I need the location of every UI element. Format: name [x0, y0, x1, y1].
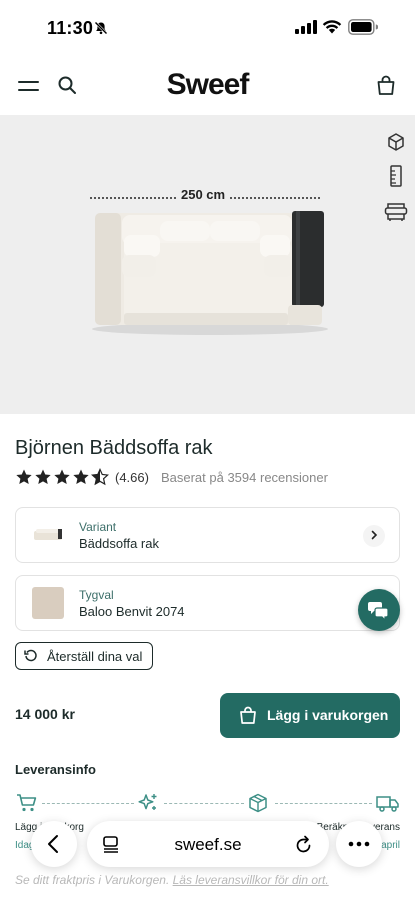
reset-label: Återställ dina val [47, 649, 143, 664]
delivery-terms-link[interactable]: Läs leveransvillkor för din ort. [173, 873, 329, 887]
fabric-value: Baloo Benvit 2074 [79, 604, 185, 619]
variant-value: Bäddsoffa rak [79, 536, 159, 551]
sofa-illustration [92, 211, 328, 335]
rating-value: (4.66) [115, 469, 149, 485]
wifi-icon [322, 19, 342, 39]
delivery-truck-icon [376, 793, 400, 818]
ruler-icon[interactable] [388, 165, 404, 192]
variant-label: Variant [79, 520, 117, 534]
cellular-signal-icon [295, 20, 317, 39]
product-image[interactable]: 250 cm [0, 115, 415, 414]
bell-muted-icon [94, 21, 108, 40]
fabric-selector[interactable]: Tygval Baloo Benvit 2074 [15, 575, 400, 631]
chat-button[interactable] [358, 589, 400, 631]
chevron-right-icon [363, 525, 385, 547]
more-dots-icon [348, 841, 370, 847]
reset-selections-button[interactable]: Återställ dina val [15, 642, 153, 670]
rating-stars [15, 468, 109, 486]
package-icon [247, 793, 269, 818]
star-icon [54, 469, 70, 485]
cube-3d-icon[interactable] [386, 132, 406, 157]
star-icon [16, 469, 32, 485]
star-icon [73, 469, 89, 485]
star-icon [35, 469, 51, 485]
delivery-heading: Leveransinfo [15, 762, 96, 777]
cart-icon [16, 793, 38, 818]
reload-icon[interactable] [295, 834, 313, 859]
timeline-line [42, 803, 134, 804]
browser-more-button[interactable] [336, 821, 382, 867]
width-dimension-label: 250 cm [176, 187, 231, 202]
review-count[interactable]: Baserat på 3594 recensioner [161, 470, 328, 485]
product-price: 14 000 kr [15, 706, 75, 722]
url-text[interactable]: sweef.se [87, 835, 329, 855]
star-half-icon [91, 468, 109, 486]
delivery-footnote: Se ditt fraktpris i Varukorgen. Läs leve… [15, 873, 329, 887]
step-sub: april [381, 840, 400, 851]
add-to-cart-label: Lägg i varukorgen [267, 707, 389, 723]
fabric-swatch [32, 587, 64, 619]
sweef-logo[interactable]: Sweef [0, 68, 415, 102]
timeline-line [275, 803, 372, 804]
status-time: 11:30 [47, 18, 94, 38]
fabric-label: Tygval [79, 588, 114, 602]
battery-icon [348, 19, 379, 40]
shopping-bag-icon[interactable] [375, 74, 397, 101]
rating-row[interactable]: (4.66) Baserat på 3594 recensioner [15, 466, 328, 488]
sparkle-icon [137, 793, 159, 818]
reset-icon [24, 649, 37, 662]
variant-selector[interactable]: Variant Bäddsoffa rak [15, 507, 400, 563]
browser-address-bar[interactable]: sweef.se [87, 821, 329, 867]
product-title: Björnen Bäddsoffa rak [15, 437, 213, 459]
site-header: Sweef [0, 55, 415, 115]
chevron-left-icon [48, 835, 58, 853]
chat-bubbles-icon [368, 602, 389, 621]
browser-back-button[interactable] [31, 821, 77, 867]
shopping-bag-icon [240, 706, 256, 724]
variant-thumbnail [34, 529, 62, 540]
status-bar: 11:30 [0, 0, 415, 55]
timeline-line [164, 803, 244, 804]
add-to-cart-button[interactable]: Lägg i varukorgen [220, 693, 400, 738]
footnote-text: Se ditt fraktpris i Varukorgen. [15, 873, 173, 887]
sofa-bed-icon[interactable] [384, 200, 408, 227]
